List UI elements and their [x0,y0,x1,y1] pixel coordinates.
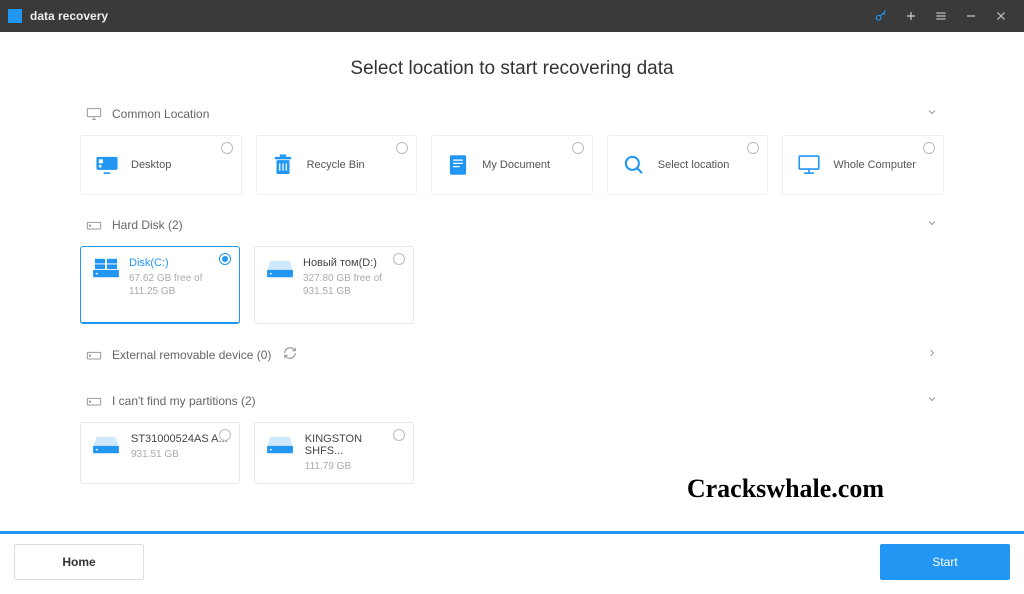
disk-name: ST31000524AS A... [131,433,228,445]
refresh-icon[interactable] [283,346,297,363]
disk-sub: 931.51 GB [131,448,228,461]
section-lost-partitions[interactable]: I can't find my partitions (2) [80,385,944,416]
disk-sub: 67.62 GB free of 111.25 GB [129,272,229,298]
radio-icon[interactable] [393,429,405,441]
chevron-down-icon [926,217,938,232]
harddisk-icon [86,218,102,232]
titlebar: data recovery [0,0,1024,32]
disk-name: Новый том(D:) [303,257,403,269]
minimize-icon[interactable] [956,0,986,32]
section-label: Common Location [112,107,209,121]
external-icon [86,348,102,362]
card-label: Recycle Bin [307,159,365,171]
drive-icon [265,433,297,473]
card-recycle-bin[interactable]: Recycle Bin [256,135,418,195]
section-hard-disk[interactable]: Hard Disk (2) [80,209,944,240]
document-icon [444,151,472,179]
radio-icon[interactable] [747,142,759,154]
disk-sub: 327.80 GB free of 931.51 GB [303,272,403,298]
radio-icon[interactable] [219,429,231,441]
footer: Home Start [0,531,1024,594]
windows-drive-icon [91,257,121,312]
plus-icon[interactable] [896,0,926,32]
radio-icon[interactable] [219,253,231,265]
start-button[interactable]: Start [880,544,1010,580]
common-location-row: Desktop Recycle Bin My Document Select l… [80,135,944,195]
card-my-document[interactable]: My Document [431,135,593,195]
watermark: Crackswhale.com [687,474,884,504]
section-label: External removable device (0) [112,348,271,362]
disk-card-d[interactable]: Новый том(D:) 327.80 GB free of 931.51 G… [254,246,414,324]
radio-icon[interactable] [396,142,408,154]
search-icon [620,151,648,179]
computer-icon [795,151,823,179]
chevron-down-icon [926,106,938,121]
card-label: Whole Computer [833,159,916,171]
card-label: Desktop [131,159,171,171]
monitor-icon [86,107,102,121]
section-external[interactable]: External removable device (0) [80,338,944,371]
card-label: Select location [658,159,730,171]
drive-icon [265,257,295,313]
radio-icon[interactable] [393,253,405,265]
disk-name: Disk(C:) [129,257,229,269]
lost-disk-card-0[interactable]: ST31000524AS A... 931.51 GB [80,422,240,484]
drive-icon [91,433,123,473]
trash-icon [269,151,297,179]
card-label: My Document [482,159,550,171]
home-button[interactable]: Home [14,544,144,580]
menu-icon[interactable] [926,0,956,32]
app-title: data recovery [30,9,108,23]
disk-card-c[interactable]: Disk(C:) 67.62 GB free of 111.25 GB [80,246,240,324]
app-logo-icon [8,9,22,23]
harddisk-icon [86,394,102,408]
chevron-right-icon [926,347,938,362]
lost-disk-card-1[interactable]: KINGSTON SHFS... 111.79 GB [254,422,414,484]
close-icon[interactable] [986,0,1016,32]
desktop-icon [93,151,121,179]
radio-icon[interactable] [221,142,233,154]
card-select-location[interactable]: Select location [607,135,769,195]
section-label: I can't find my partitions (2) [112,394,256,408]
page-title: Select location to start recovering data [0,32,1024,98]
hard-disk-row: Disk(C:) 67.62 GB free of 111.25 GB Новы… [80,246,944,324]
card-desktop[interactable]: Desktop [80,135,242,195]
chevron-down-icon [926,393,938,408]
disk-sub: 111.79 GB [305,460,403,473]
section-common-location[interactable]: Common Location [80,98,944,129]
radio-icon[interactable] [572,142,584,154]
section-label: Hard Disk (2) [112,218,183,232]
key-icon[interactable] [866,0,896,32]
card-whole-computer[interactable]: Whole Computer [782,135,944,195]
disk-name: KINGSTON SHFS... [305,433,403,457]
radio-icon[interactable] [923,142,935,154]
